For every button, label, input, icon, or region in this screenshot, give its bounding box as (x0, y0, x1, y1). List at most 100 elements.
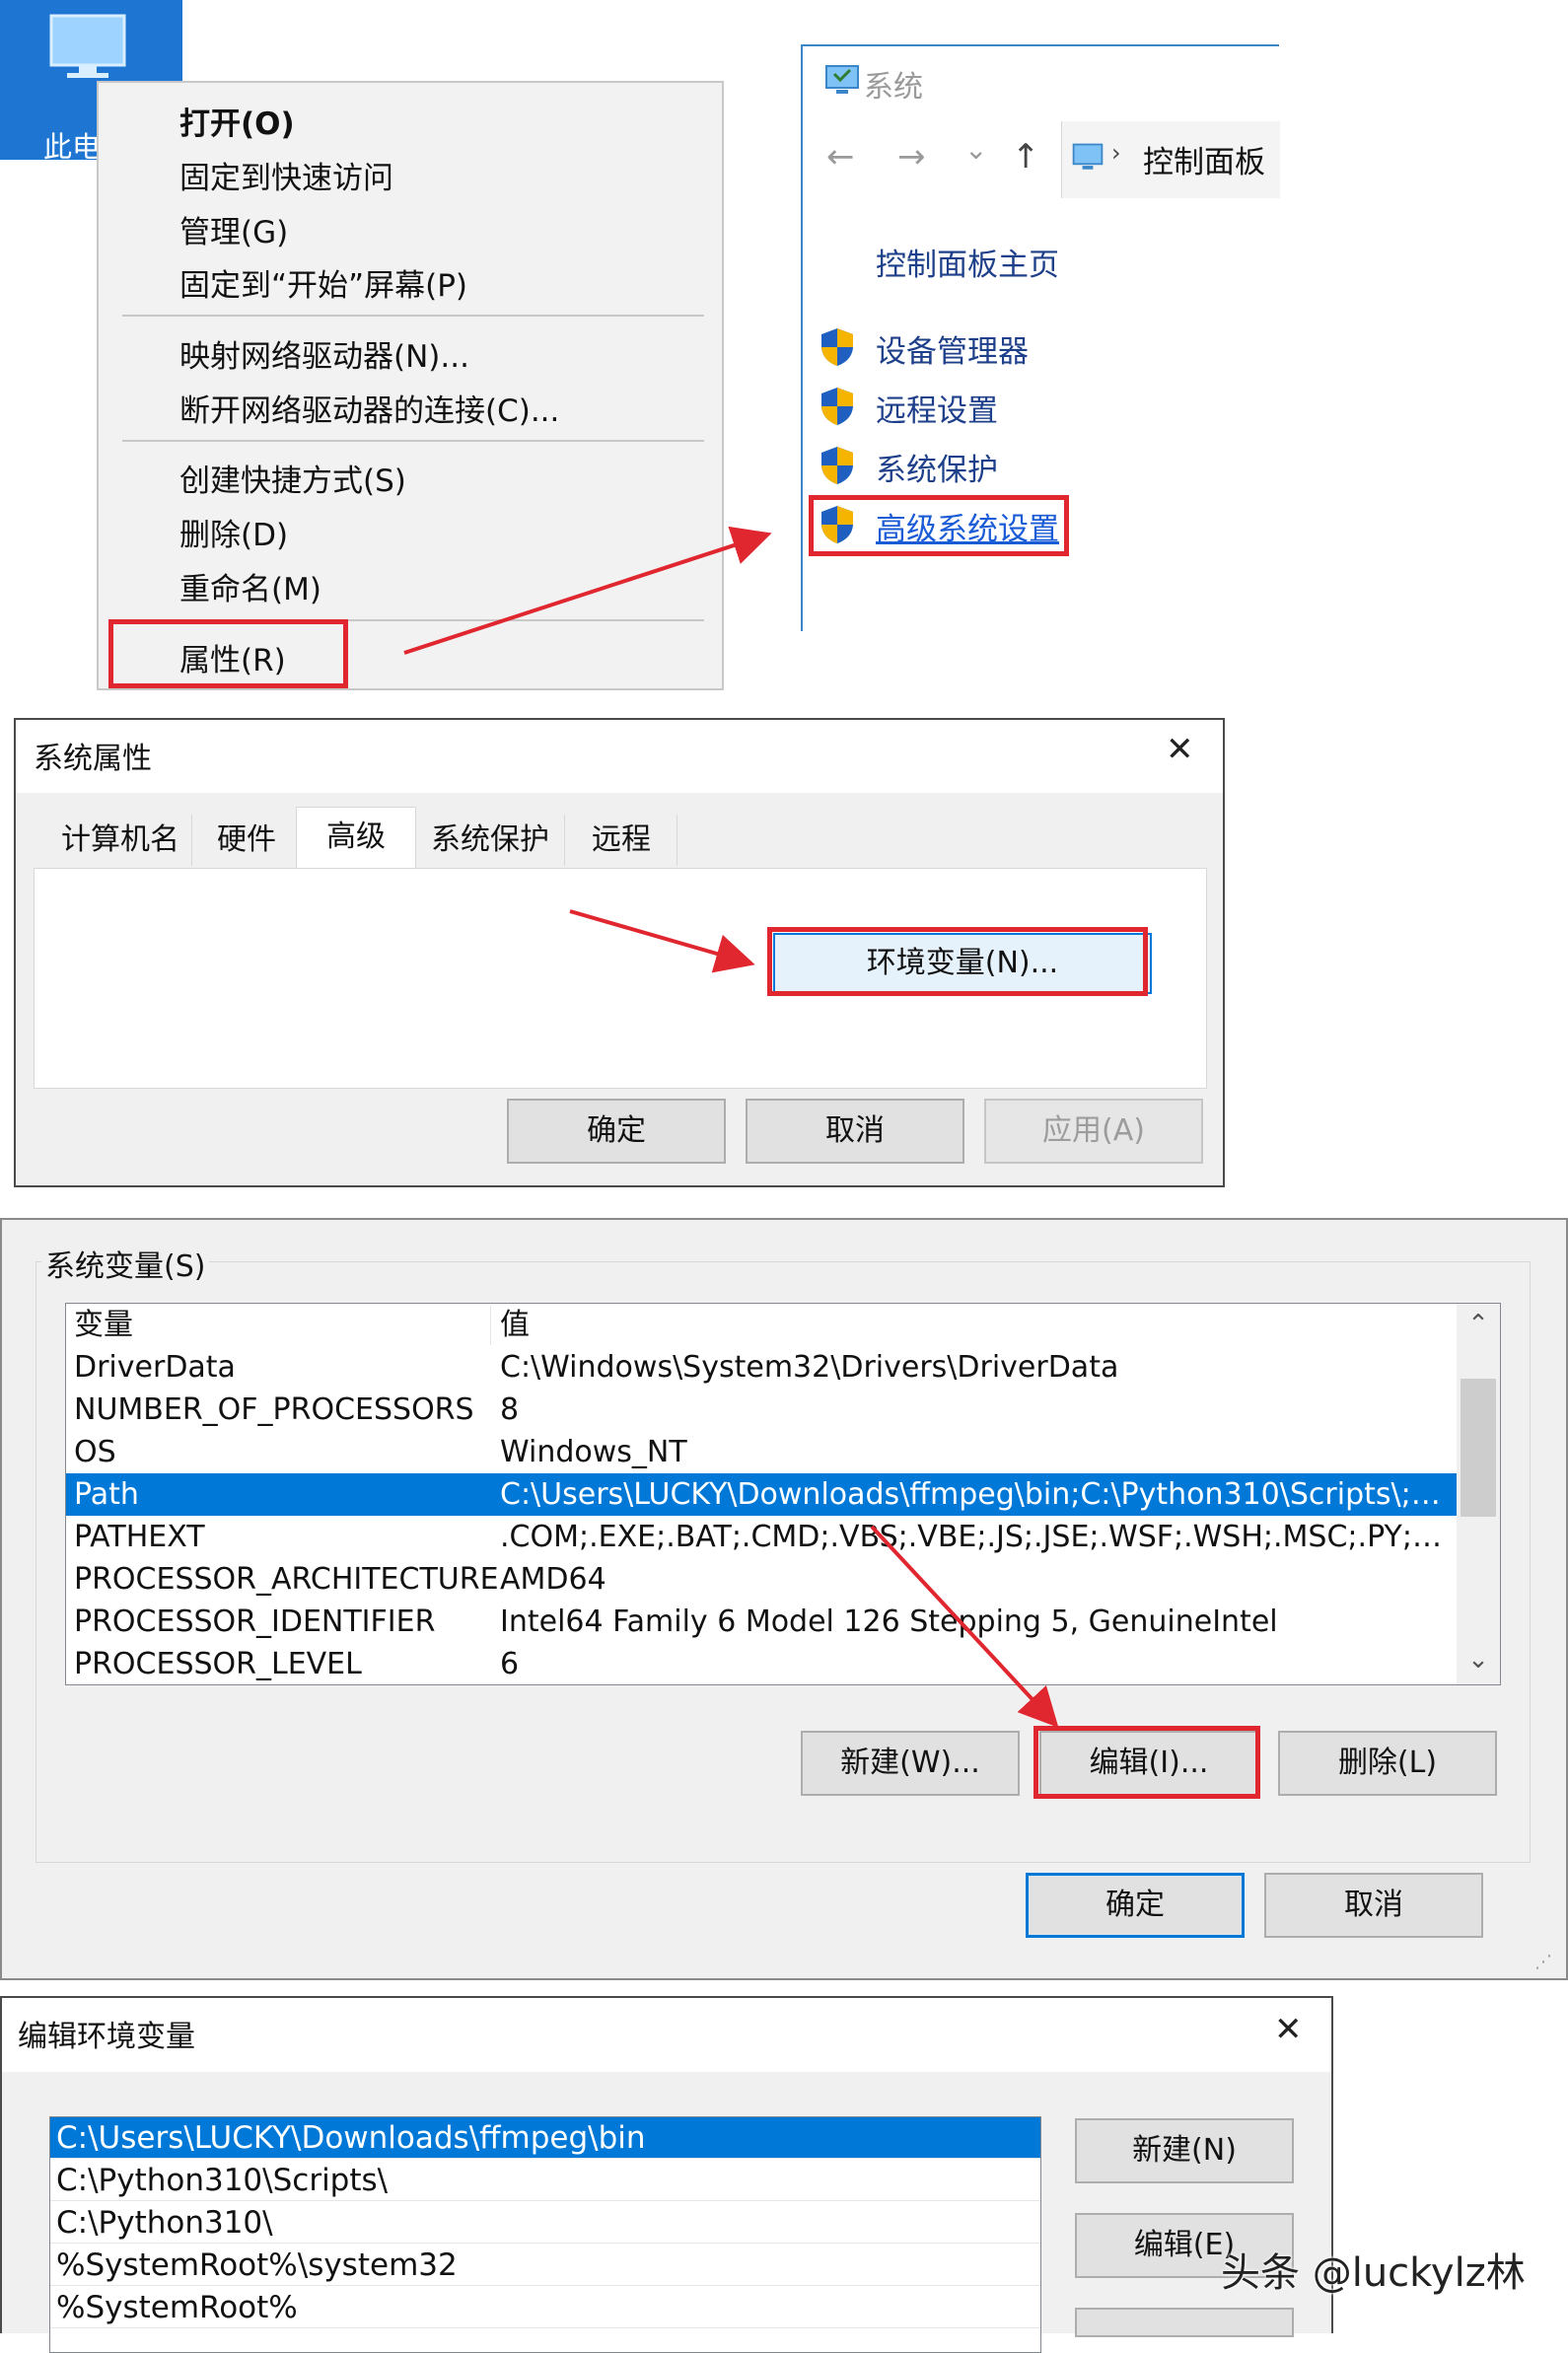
remote-settings-link[interactable]: 远程设置 (876, 386, 998, 430)
system-variables-label: 系统变量(S) (41, 1242, 210, 1285)
environment-variables-dialog: 系统变量(S) 变量 值 DriverData C:\Windows\Syste… (0, 1218, 1568, 1980)
device-manager-link[interactable]: 设备管理器 (876, 326, 1029, 371)
cancel-button[interactable]: 取消 (746, 1099, 964, 1164)
delete-variable-button[interactable]: 删除(L) (1278, 1731, 1497, 1796)
close-icon[interactable]: ✕ (1166, 730, 1194, 769)
tab-hardware[interactable]: 硬件 (193, 815, 301, 866)
variable-value: C:\Windows\System32\Drivers\DriverData (500, 1350, 1119, 1385)
table-row[interactable]: PATHEXT .COM;.EXE;.BAT;.CMD;.VBS;.VBE;.J… (66, 1516, 1457, 1558)
list-item[interactable]: C:\Python310\Scripts\ (50, 2160, 1040, 2201)
dialog-title: 编辑环境变量 (18, 2020, 195, 2054)
control-panel-home-link[interactable]: 控制面板主页 (876, 240, 1059, 284)
title-bar (2, 1998, 1331, 2072)
table-row[interactable]: PROCESSOR_IDENTIFIER Intel64 Family 6 Mo… (66, 1601, 1457, 1643)
list-item[interactable]: C:\Python310\ (50, 2202, 1040, 2244)
variable-value: AMD64 (500, 1562, 606, 1597)
variable-value: 8 (500, 1392, 520, 1427)
breadcrumb-chevron-icon: › (1111, 139, 1121, 167)
menu-item-rename[interactable]: 重命名(M) (179, 564, 321, 608)
title-bar (16, 720, 1223, 793)
scroll-up-icon[interactable]: ⌃ (1457, 1310, 1500, 1339)
breadcrumb[interactable]: 控制面板 (1143, 137, 1265, 181)
dialog-title: 系统属性 (34, 742, 152, 776)
column-header-name[interactable]: 变量 (74, 1304, 133, 1346)
shield-icon (821, 388, 853, 425)
shield-icon (821, 447, 853, 484)
variable-value: C:\Users\LUCKY\Downloads\ffmpeg\bin;C:\P… (500, 1477, 1447, 1512)
edit-environment-variable-dialog: 编辑环境变量 ✕ C:\Users\LUCKY\Downloads\ffmpeg… (0, 1996, 1333, 2353)
window-border (801, 44, 1279, 46)
system-variables-list[interactable]: 变量 值 DriverData C:\Windows\System32\Driv… (65, 1303, 1501, 1685)
forward-arrow-icon[interactable]: → (897, 137, 926, 177)
close-icon[interactable]: ✕ (1274, 2010, 1303, 2049)
system-protection-link[interactable]: 系统保护 (876, 445, 998, 489)
tab-advanced[interactable]: 高级 (296, 807, 416, 871)
cancel-button[interactable]: 取消 (1264, 1873, 1483, 1938)
variable-name: OS (74, 1435, 116, 1469)
highlight-box-edit (1033, 1726, 1260, 1799)
vertical-scrollbar[interactable]: ⌃ ⌄ (1457, 1304, 1500, 1684)
new-variable-button[interactable]: 新建(W)... (801, 1731, 1020, 1796)
list-item[interactable]: %SystemRoot%\system32 (50, 2245, 1040, 2286)
apply-button: 应用(A) (984, 1099, 1203, 1164)
variable-name: DriverData (74, 1350, 236, 1385)
up-arrow-icon[interactable]: ↑ (1012, 137, 1040, 177)
recent-chevron-down-icon[interactable]: ⌄ (964, 133, 987, 166)
column-divider[interactable] (490, 1306, 491, 1345)
variable-value: 6 (500, 1647, 520, 1681)
monitor-icon (49, 14, 126, 78)
table-row[interactable]: PROCESSOR_LEVEL 6 (66, 1643, 1457, 1684)
list-item-selected[interactable]: C:\Users\LUCKY\Downloads\ffmpeg\bin (50, 2117, 1040, 2159)
menu-item-manage[interactable]: 管理(G) (179, 207, 288, 251)
tab-computer-name[interactable]: 计算机名 (49, 815, 192, 866)
scrollbar-thumb[interactable] (1461, 1379, 1496, 1517)
tab-system-protection[interactable]: 系统保护 (416, 815, 565, 866)
menu-item-create-shortcut[interactable]: 创建快捷方式(S) (179, 456, 406, 500)
highlight-box-advanced-settings (809, 495, 1069, 556)
menu-separator (122, 440, 704, 442)
table-row-selected[interactable]: Path C:\Users\LUCKY\Downloads\ffmpeg\bin… (66, 1473, 1457, 1516)
menu-item-map-drive[interactable]: 映射网络驱动器(N)... (179, 331, 469, 376)
table-row[interactable]: PROCESSOR_ARCHITECTURE AMD64 (66, 1558, 1457, 1601)
path-entries-list[interactable]: C:\Users\LUCKY\Downloads\ffmpeg\bin C:\P… (49, 2116, 1041, 2353)
address-bar[interactable]: › 控制面板 (1061, 121, 1280, 198)
menu-item-pin-start[interactable]: 固定到“开始”屏幕(P) (179, 260, 467, 305)
highlight-box-env-variables (767, 927, 1148, 996)
scroll-down-icon[interactable]: ⌄ (1457, 1645, 1500, 1675)
list-header: 变量 值 (66, 1304, 1457, 1346)
new-path-button[interactable]: 新建(N) (1075, 2118, 1294, 2183)
resize-grip-icon[interactable]: ⋰ (1534, 1952, 1552, 1972)
ok-button[interactable]: 确定 (507, 1099, 726, 1164)
variable-name: PATHEXT (74, 1520, 205, 1554)
tab-remote[interactable]: 远程 (566, 815, 677, 866)
context-menu: 打开(O) 固定到快速访问 管理(G) 固定到“开始”屏幕(P) 映射网络驱动器… (97, 81, 724, 690)
list-item[interactable]: %SystemRoot% (50, 2287, 1040, 2328)
back-arrow-icon[interactable]: ← (826, 137, 855, 177)
menu-item-pin-quick-access[interactable]: 固定到快速访问 (179, 153, 393, 197)
menu-separator (122, 315, 704, 317)
variable-value: Windows_NT (500, 1435, 687, 1469)
menu-item-open[interactable]: 打开(O) (179, 99, 295, 143)
table-row[interactable]: OS Windows_NT (66, 1431, 1457, 1473)
table-row[interactable]: DriverData C:\Windows\System32\Drivers\D… (66, 1346, 1457, 1389)
shield-icon (821, 328, 853, 366)
window-title: 系统 (864, 70, 923, 105)
watermark: 头条 @luckylz林 (1221, 2250, 1526, 2296)
system-icon (825, 65, 859, 94)
highlight-box-properties (108, 619, 348, 688)
variable-name: PROCESSOR_LEVEL (74, 1647, 362, 1681)
column-header-value[interactable]: 值 (500, 1304, 1447, 1346)
menu-item-disconnect-drive[interactable]: 断开网络驱动器的连接(C)... (179, 386, 559, 430)
variable-value: Intel64 Family 6 Model 126 Stepping 5, G… (500, 1604, 1278, 1639)
desktop-icon-label: 此电 (43, 130, 102, 164)
variable-name: PROCESSOR_IDENTIFIER (74, 1604, 436, 1639)
control-panel-icon (1072, 143, 1104, 170)
menu-item-delete[interactable]: 删除(D) (179, 510, 288, 554)
variable-name: PROCESSOR_ARCHITECTURE (74, 1562, 499, 1597)
variable-name: NUMBER_OF_PROCESSORS (74, 1392, 474, 1427)
variable-value: .COM;.EXE;.BAT;.CMD;.VBS;.VBE;.JS;.JSE;.… (500, 1520, 1447, 1554)
window-border (801, 44, 803, 631)
variable-name: Path (74, 1477, 139, 1512)
table-row[interactable]: NUMBER_OF_PROCESSORS 8 (66, 1389, 1457, 1431)
ok-button[interactable]: 确定 (1026, 1873, 1245, 1938)
